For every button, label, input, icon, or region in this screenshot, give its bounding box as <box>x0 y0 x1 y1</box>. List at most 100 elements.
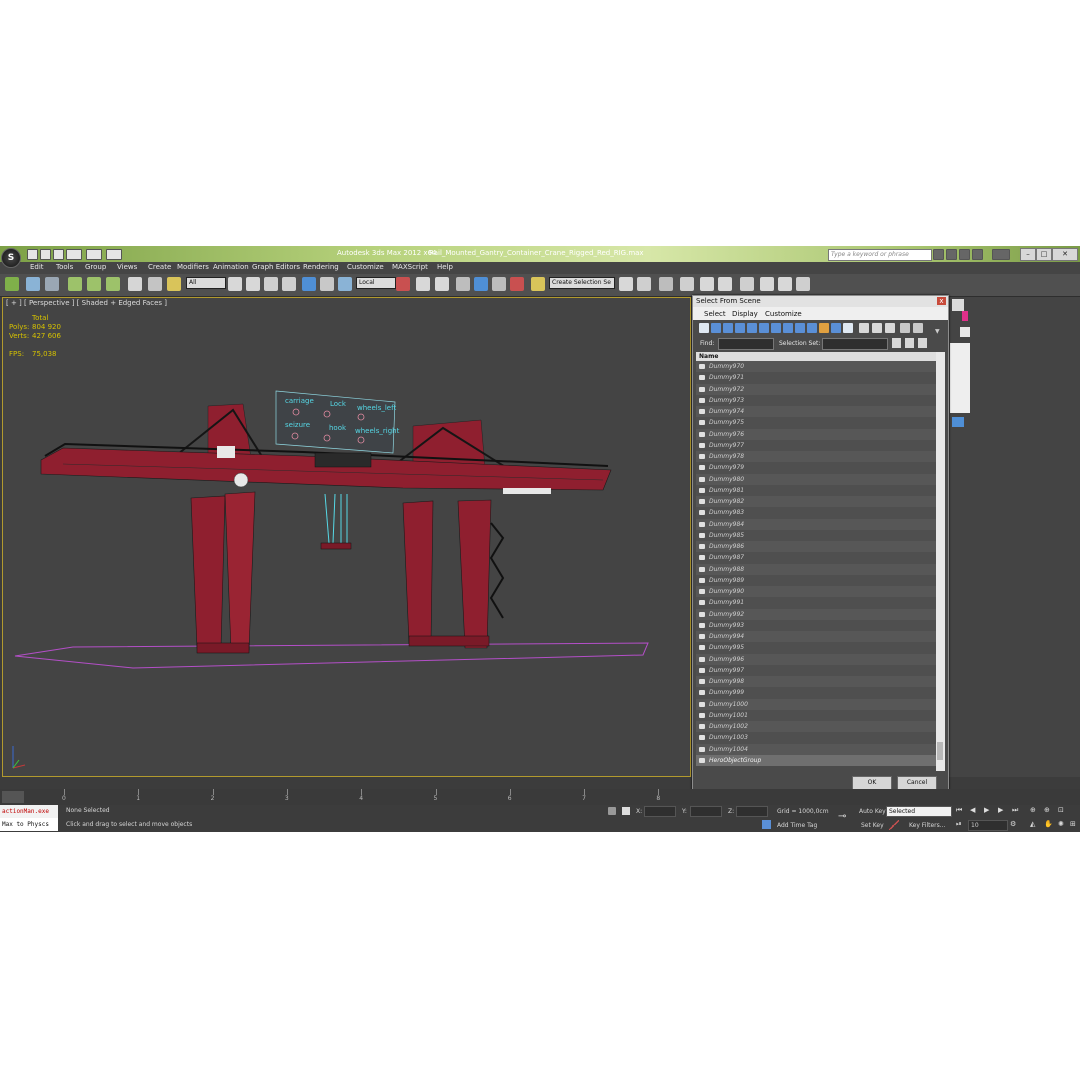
pin-stack-icon[interactable] <box>952 417 964 427</box>
current-frame-field[interactable]: 10 <box>968 820 1008 831</box>
display-xrefs-icon[interactable] <box>783 323 793 333</box>
play-icon[interactable]: ▶ <box>984 806 992 815</box>
edit-selection-set-icon[interactable] <box>905 338 914 348</box>
window-crossing-icon[interactable] <box>282 277 296 291</box>
bind-space-warp-icon[interactable] <box>68 277 82 291</box>
y-coordinate-field[interactable] <box>690 806 722 817</box>
modifier-stack-panel[interactable] <box>950 343 970 413</box>
remove-selection-set-icon[interactable] <box>918 338 927 348</box>
list-item[interactable]: Dummy974 <box>696 406 936 418</box>
pivot-center-icon[interactable] <box>396 277 410 291</box>
bind-icon[interactable] <box>167 277 181 291</box>
communication-icon[interactable] <box>959 249 970 260</box>
zoom-all-icon[interactable]: ⊕ <box>1044 806 1052 815</box>
new-file-icon[interactable] <box>27 249 38 260</box>
list-item[interactable]: Dummy991 <box>696 597 936 609</box>
display-all-icon[interactable] <box>843 323 853 333</box>
list-item[interactable]: Dummy980 <box>696 473 936 485</box>
display-frozen-icon[interactable] <box>819 323 829 333</box>
display-lights-icon[interactable] <box>723 323 733 333</box>
open-mini-curve-editor-icon[interactable] <box>2 791 24 803</box>
list-item[interactable]: Dummy1001 <box>696 709 936 721</box>
list-item[interactable]: Dummy994 <box>696 631 936 643</box>
list-item[interactable]: Dummy975 <box>696 417 936 429</box>
filter-icon[interactable] <box>900 323 910 333</box>
z-coordinate-field[interactable] <box>736 806 768 817</box>
graphite-modeling-icon[interactable] <box>680 277 694 291</box>
create-tab-icon[interactable] <box>952 299 964 311</box>
menu-views[interactable]: Views <box>117 263 137 271</box>
list-item[interactable]: Dummy978 <box>696 451 936 463</box>
render-production-icon[interactable] <box>796 277 810 291</box>
maximize-viewport-icon[interactable]: ⊞ <box>1070 820 1078 829</box>
toolbar-chevron-down-icon[interactable]: ▼ <box>935 329 943 335</box>
list-item[interactable]: Dummy1000 <box>696 698 936 710</box>
add-time-tag[interactable]: Add Time Tag <box>777 822 817 829</box>
rendered-frame-window-icon[interactable] <box>778 277 792 291</box>
mirror-icon[interactable] <box>619 277 633 291</box>
crane-scene[interactable]: carriage Lock wheels_left seizure hook w… <box>3 298 692 778</box>
select-manipulate-icon[interactable] <box>416 277 430 291</box>
list-item[interactable]: Dummy988 <box>696 563 936 575</box>
object-color-swatch[interactable] <box>962 311 968 321</box>
snaps-toggle-icon[interactable] <box>456 277 470 291</box>
list-item[interactable]: Dummy981 <box>696 484 936 496</box>
auto-key-button[interactable]: Auto Key <box>859 808 886 815</box>
list-item[interactable]: Dummy990 <box>696 586 936 598</box>
display-geometry-icon[interactable] <box>699 323 709 333</box>
display-shapes-icon[interactable] <box>711 323 721 333</box>
key-selection-dropdown[interactable]: Selected <box>886 806 952 817</box>
time-tag-icon[interactable] <box>762 820 771 829</box>
unlink-objects-icon[interactable] <box>148 277 162 291</box>
menu-maxscript[interactable]: MAXScript <box>392 263 428 271</box>
previous-frame-icon[interactable]: ◀ <box>970 806 978 815</box>
unlink-icon[interactable] <box>45 277 59 291</box>
dialog-menu-customize[interactable]: Customize <box>765 310 802 318</box>
menu-group[interactable]: Group <box>85 263 106 271</box>
display-space-warps-icon[interactable] <box>759 323 769 333</box>
key-icon[interactable] <box>889 820 899 830</box>
maxscript-listener-line-2[interactable]: Max to Physcs <box>0 818 58 831</box>
redo-icon[interactable] <box>86 249 102 260</box>
display-cameras-icon[interactable] <box>735 323 745 333</box>
key-mode-toggle-icon[interactable]: ⏯ <box>956 820 964 829</box>
select-and-move-icon[interactable] <box>302 277 316 291</box>
select-by-name-icon[interactable] <box>246 277 260 291</box>
minimize-button[interactable]: – <box>1020 248 1036 261</box>
pan-view-icon[interactable]: ✋ <box>1044 820 1053 829</box>
selection-lock-icon[interactable] <box>608 807 616 815</box>
list-item[interactable]: Dummy996 <box>696 653 936 665</box>
list-item[interactable]: Dummy977 <box>696 439 936 451</box>
close-button[interactable]: ✕ <box>1052 248 1078 261</box>
rectangular-selection-icon[interactable] <box>264 277 278 291</box>
list-item[interactable]: Dummy986 <box>696 541 936 553</box>
display-bones-icon[interactable] <box>795 323 805 333</box>
menu-graph-editors[interactable]: Graph Editors <box>252 263 300 271</box>
list-item[interactable]: Dummy971 <box>696 372 936 384</box>
select-and-link-icon[interactable] <box>26 277 40 291</box>
percent-snap-icon[interactable] <box>492 277 506 291</box>
go-to-end-icon[interactable]: ⏭ <box>1012 806 1020 815</box>
track-bar[interactable]: 0 1 2 3 4 5 6 7 8 <box>0 789 1080 805</box>
zoom-extents-icon[interactable]: ⊡ <box>1058 806 1066 815</box>
list-item[interactable]: Dummy992 <box>696 608 936 620</box>
list-item[interactable]: Dummy972 <box>696 383 936 395</box>
list-item[interactable]: Dummy999 <box>696 687 936 699</box>
edit-named-selection-icon[interactable] <box>531 277 545 291</box>
select-and-scale-icon[interactable] <box>338 277 352 291</box>
list-item[interactable]: Dummy983 <box>696 507 936 519</box>
display-none-icon[interactable] <box>859 323 869 333</box>
select-and-rotate-icon[interactable] <box>320 277 334 291</box>
list-item[interactable]: Dummy982 <box>696 496 936 508</box>
list-item[interactable]: Dummy989 <box>696 574 936 586</box>
next-frame-icon[interactable]: ▶ <box>998 806 1006 815</box>
open-file-icon[interactable] <box>40 249 51 260</box>
selection-filter-dropdown[interactable]: All <box>186 277 226 289</box>
list-item[interactable]: Dummy976 <box>696 428 936 440</box>
reference-coordinate-dropdown[interactable]: Local <box>356 277 396 289</box>
list-item[interactable]: Dummy993 <box>696 619 936 631</box>
list-item[interactable]: Dummy997 <box>696 664 936 676</box>
spinner-snap-icon[interactable] <box>510 277 524 291</box>
layer-explorer-icon[interactable] <box>659 277 673 291</box>
subscription-icon[interactable] <box>946 249 957 260</box>
